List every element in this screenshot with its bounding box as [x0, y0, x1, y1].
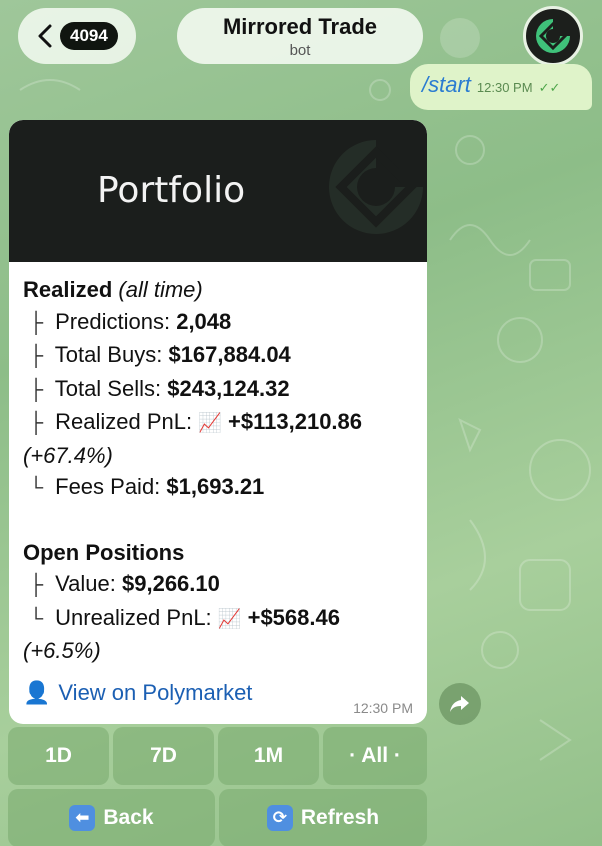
brand-logo-icon: [329, 140, 423, 234]
chat-subtitle: bot: [289, 42, 311, 59]
open-value-row: ├ Value: $9,266.10: [23, 568, 413, 602]
tree-branch-glyph: ├: [28, 311, 44, 334]
period-button-1d[interactable]: 1D: [8, 727, 109, 785]
total-buys-value: $167,884.04: [168, 342, 291, 367]
outgoing-command[interactable]: /start: [422, 72, 471, 98]
refresh-icon: ⟳: [266, 805, 293, 831]
tree-branch-glyph: ├: [28, 412, 44, 434]
predictions-label: Predictions:: [55, 308, 171, 334]
chat-header: 4094 Mirrored Trade bot: [0, 0, 602, 68]
tree-end-glyph: └: [28, 607, 44, 630]
fees-row: └ Fees Paid: $1,693.21: [23, 471, 413, 505]
total-sells-label: Total Sells:: [54, 375, 162, 401]
read-checkmarks-icon: ✓✓: [538, 80, 561, 95]
refresh-label: Refresh: [300, 806, 380, 829]
period-button-1m[interactable]: 1M: [218, 727, 319, 785]
refresh-button[interactable]: ⟳ Refresh: [219, 789, 427, 846]
portfolio-banner: Portfolio: [9, 120, 427, 262]
total-sells-row: ├ Total Sells: $243,124.32: [23, 373, 413, 407]
chat-title-block[interactable]: Mirrored Trade bot: [177, 8, 423, 64]
portfolio-message: Portfolio Realized (all time) ├ Predicti…: [9, 120, 427, 724]
open-value-amount: $9,266.10: [122, 571, 220, 596]
tree-end-glyph: └: [28, 477, 44, 499]
realized-pnl-value: +$113,210.86: [228, 409, 363, 434]
period-button-all[interactable]: · All ·: [323, 727, 427, 785]
back-button[interactable]: 4094: [18, 8, 136, 64]
realized-pnl-row: ├ Realized PnL: 📈 +$113,210.86: [23, 406, 413, 440]
open-positions-heading: Open Positions: [23, 539, 185, 565]
portfolio-stats: Realized (all time) ├ Predictions: 2,048…: [9, 262, 427, 667]
chat-title: Mirrored Trade: [222, 14, 378, 39]
tree-branch-glyph: ├: [28, 574, 44, 596]
unrealized-pnl-percent: (+6.5%): [23, 638, 101, 663]
realized-pnl-label: Realized PnL:: [55, 409, 193, 434]
person-icon: 👤: [23, 680, 51, 705]
predictions-value: 2,048: [176, 308, 232, 334]
tree-branch-glyph: ├: [28, 345, 44, 367]
realized-heading-row: Realized (all time): [23, 274, 413, 306]
period-button-7d[interactable]: 7D: [113, 727, 214, 785]
chart-up-icon: 📈: [198, 413, 222, 434]
tree-branch-glyph: ├: [28, 378, 44, 401]
predictions-row: ├ Predictions: 2,048: [23, 306, 413, 340]
total-sells-value: $243,124.32: [167, 375, 290, 401]
chart-up-icon: 📈: [217, 608, 242, 630]
faint-share-icon: [440, 18, 480, 58]
total-buys-row: ├ Total Buys: $167,884.04: [23, 339, 413, 373]
back-keyboard-label: Back: [103, 806, 154, 829]
polymarket-link[interactable]: 👤 View on Polymarket: [23, 680, 252, 706]
bot-avatar[interactable]: [523, 6, 583, 66]
back-keyboard-button[interactable]: ⬅ Back: [8, 789, 215, 846]
total-buys-label: Total Buys:: [54, 342, 163, 367]
outgoing-time: 12:30 PM: [476, 80, 533, 95]
logo-icon: [536, 19, 570, 53]
realized-pnl-percent: (+67.4%): [23, 442, 113, 468]
realized-heading: Realized: [23, 277, 113, 302]
forward-arrow-icon: [450, 696, 469, 712]
outgoing-message[interactable]: /start 12:30 PM ✓✓: [410, 64, 592, 110]
fees-value: $1,693.21: [166, 474, 265, 499]
unrealized-pnl-value: +$568.46: [247, 604, 340, 630]
chevron-left-icon: [38, 24, 52, 48]
open-value-label: Value:: [55, 571, 116, 596]
unrealized-pnl-label: Unrealized PnL:: [55, 604, 212, 630]
banner-title: Portfolio: [97, 170, 246, 211]
fees-label: Fees Paid:: [55, 474, 161, 499]
realized-note: (all time): [118, 277, 203, 302]
unrealized-pnl-row: └ Unrealized PnL: 📈 +$568.46: [23, 602, 413, 636]
back-arrow-icon: ⬅: [69, 805, 96, 831]
polymarket-link-text[interactable]: View on Polymarket: [58, 680, 252, 706]
unread-count-badge: 4094: [60, 22, 118, 50]
forward-button[interactable]: [439, 683, 481, 725]
message-time: 12:30 PM: [353, 700, 413, 716]
